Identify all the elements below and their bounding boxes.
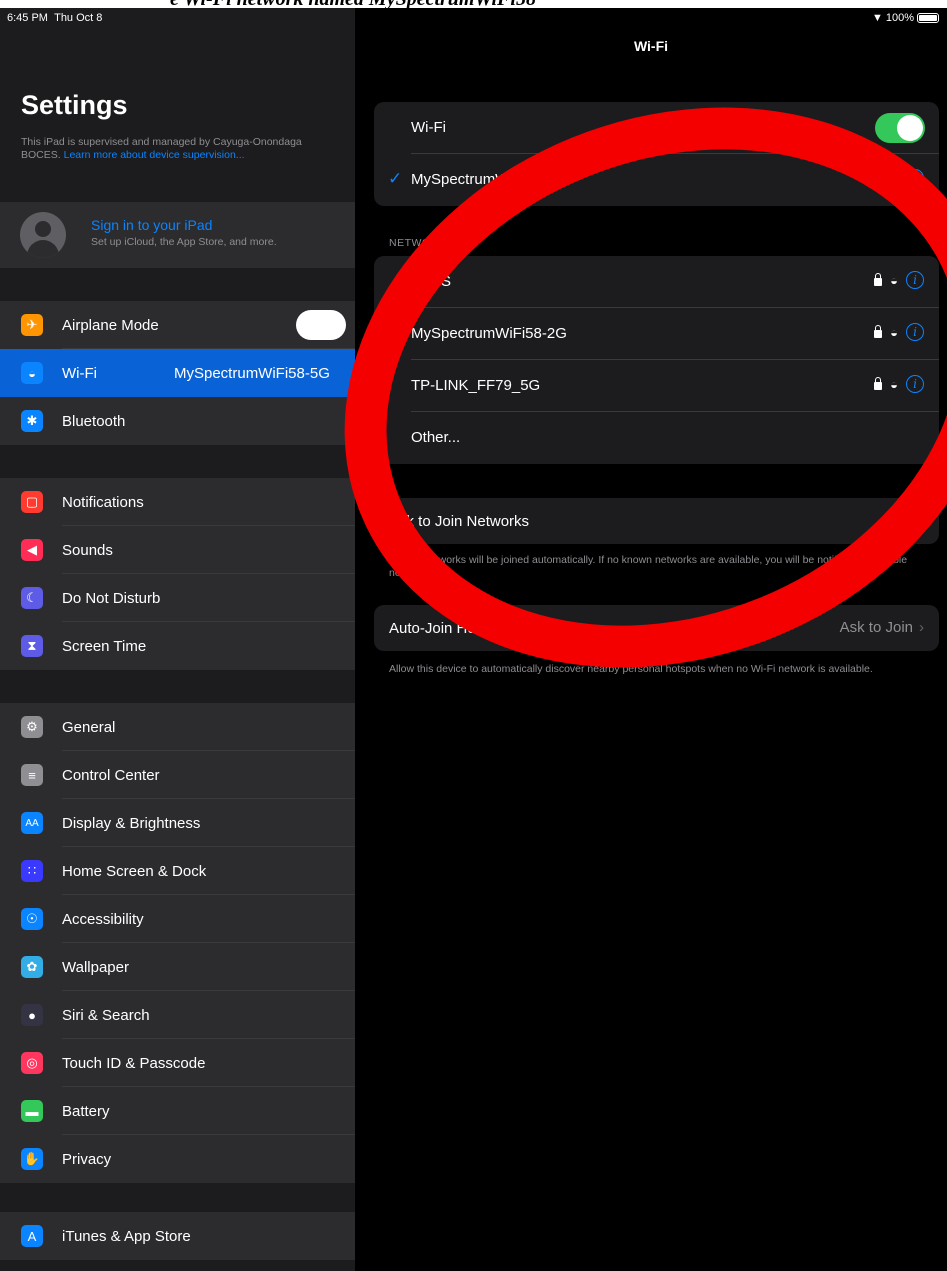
wifi-toggle-row: Wi-Fi [374,102,939,154]
lock-icon [874,377,883,390]
connectivity-group: ✈ Airplane Mode ◒ Wi-Fi MySpectrumWiFi58… [0,301,355,445]
sidebar-item-airplane-mode[interactable]: ✈ Airplane Mode [0,301,355,349]
sign-in-subtitle: Set up iCloud, the App Store, and more. [91,236,277,248]
network-row[interactable]: ABBS ◒ i [374,256,939,308]
nav-title: Wi-Fi [633,38,669,54]
sign-in-title: Sign in to your iPad [91,217,213,233]
status-bar: 6:45 PM Thu Oct 8 ▼ 100% [0,8,947,28]
store-group: A iTunes & App Store [0,1212,355,1260]
ask-join-networks-row[interactable]: Ask to Join Networks › [374,498,939,544]
chevron-right-icon: › [919,511,924,528]
sidebar-item-accessibility[interactable]: ☉ Accessibility [0,895,355,943]
sidebar-item-wifi[interactable]: ◒ Wi-Fi MySpectrumWiFi58-5G [0,349,355,397]
networks-header: NETWORKS [389,237,454,249]
ask-join-networks-note: Known networks will be joined automatica… [389,554,908,579]
sidebar-item-battery[interactable]: ▬ Battery [0,1087,355,1135]
battery-percent: 100% [885,12,914,24]
sidebar-item-bluetooth[interactable]: ✱ Bluetooth [0,397,355,445]
supervision-note: This iPad is supervised and managed by C… [21,136,302,161]
checkmark-icon: ✓ [388,169,403,188]
moon-icon: ☾ [21,587,43,609]
sidebar-item-control-center[interactable]: ≡ Control Center [0,751,355,799]
notifications-group: ▢ Notifications ◀ Sounds ☾ Do Not Distur… [0,478,355,670]
auto-join-hotspot-card[interactable]: Auto-Join Hotspot Ask to Join › [374,605,939,651]
sidebar-item-siri-search[interactable]: ● Siri & Search [0,991,355,1039]
network-row[interactable]: TP-LINK_FF79_5G ◒ i [374,360,939,412]
accessibility-icon: ☉ [21,908,43,930]
battery-icon [917,13,939,23]
sidebar-item-home-screen-dock[interactable]: ∷ Home Screen & Dock [0,847,355,895]
auto-join-hotspot-row[interactable]: Auto-Join Hotspot Ask to Join › [374,605,939,651]
hourglass-icon: ⧗ [21,635,43,657]
lock-icon [874,273,883,286]
wifi-status-icon: ▼ [871,12,883,24]
networks-card: ABBS ◒ i MySpectrumWiFi58-2G ◒ i TP-LINK_F… [374,256,939,464]
switches-icon: ≡ [21,764,43,786]
status-time: 6:45 PM Thu Oct 8 [7,12,103,24]
sidebar-item-privacy[interactable]: ✋ Privacy [0,1135,355,1183]
grid-icon: ∷ [21,860,43,882]
app-store-icon: A [21,1225,43,1247]
auto-join-hotspot-value: Ask to Join [839,619,913,636]
notifications-icon: ▢ [21,491,43,513]
sidebar-item-itunes-app-store[interactable]: A iTunes & App Store [0,1212,355,1260]
page-title: Settings [21,90,128,120]
ask-join-networks-card[interactable]: Ask to Join Networks › [374,498,939,544]
connected-network-row[interactable]: ✓ MySpectrumWiFi58-5G i [374,154,939,206]
info-icon[interactable]: i [906,169,924,187]
sidebar-item-do-not-disturb[interactable]: ☾ Do Not Disturb [0,574,355,622]
sidebar-item-screen-time[interactable]: ⧗ Screen Time [0,622,355,670]
network-row[interactable]: MySpectrumWiFi58-2G ◒ i [374,308,939,360]
siri-icon: ● [21,1004,43,1026]
flower-icon: ✿ [21,956,43,978]
caption-fragment: e Wi-Fi network named MySpectrumWiFi58 [0,0,947,8]
airplane-mode-toggle[interactable] [296,310,346,340]
auto-join-hotspot-note: Allow this device to automatically disco… [389,663,873,675]
sidebar-item-notifications[interactable]: ▢ Notifications [0,478,355,526]
chevron-right-icon: › [919,619,924,636]
wifi-toggle-card: Wi-Fi ✓ MySpectrumWiFi58-5G i [374,102,939,206]
hand-icon: ✋ [21,1148,43,1170]
wifi-current-network: MySpectrumWiFi58-5G [174,364,330,382]
wifi-toggle[interactable] [875,113,925,143]
battery-icon: ▬ [21,1100,43,1122]
sidebar-item-touch-id-passcode[interactable]: ◎ Touch ID & Passcode [0,1039,355,1087]
avatar [20,212,66,258]
settings-sidebar: Settings This iPad is supervised and man… [0,8,355,1271]
speaker-icon: ◀ [21,539,43,561]
sidebar-item-general[interactable]: ⚙ General [0,703,355,751]
wifi-detail-pane: Wi-Fi Wi-Fi ✓ MySpectrumWiFi58-5G i NETW… [355,8,947,1271]
sidebar-item-display-brightness[interactable]: AA Display & Brightness [0,799,355,847]
bluetooth-icon: ✱ [21,410,43,432]
wifi-signal-icon: ◒ [890,272,898,288]
other-network-row[interactable]: Other... [374,412,939,464]
fingerprint-icon: ◎ [21,1052,43,1074]
supervision-link[interactable]: Learn more about device supervision... [64,149,245,161]
gear-icon: ⚙ [21,716,43,738]
sidebar-item-wallpaper[interactable]: ✿ Wallpaper [0,943,355,991]
general-group: ⚙ General ≡ Control Center AA Display & … [0,703,355,1183]
wifi-signal-icon: ◒ [890,324,898,340]
lock-icon [874,325,883,338]
wifi-icon: ◒ [21,362,43,384]
info-icon[interactable]: i [906,323,924,341]
airplane-icon: ✈ [21,314,43,336]
wifi-signal-icon: ◒ [890,376,898,392]
text-size-icon: AA [21,812,43,834]
sidebar-item-sounds[interactable]: ◀ Sounds [0,526,355,574]
info-icon[interactable]: i [906,375,924,393]
profile-row[interactable]: Sign in to your iPad Set up iCloud, the … [0,202,355,268]
info-icon[interactable]: i [906,271,924,289]
status-right: ▼ 100% [872,12,939,24]
